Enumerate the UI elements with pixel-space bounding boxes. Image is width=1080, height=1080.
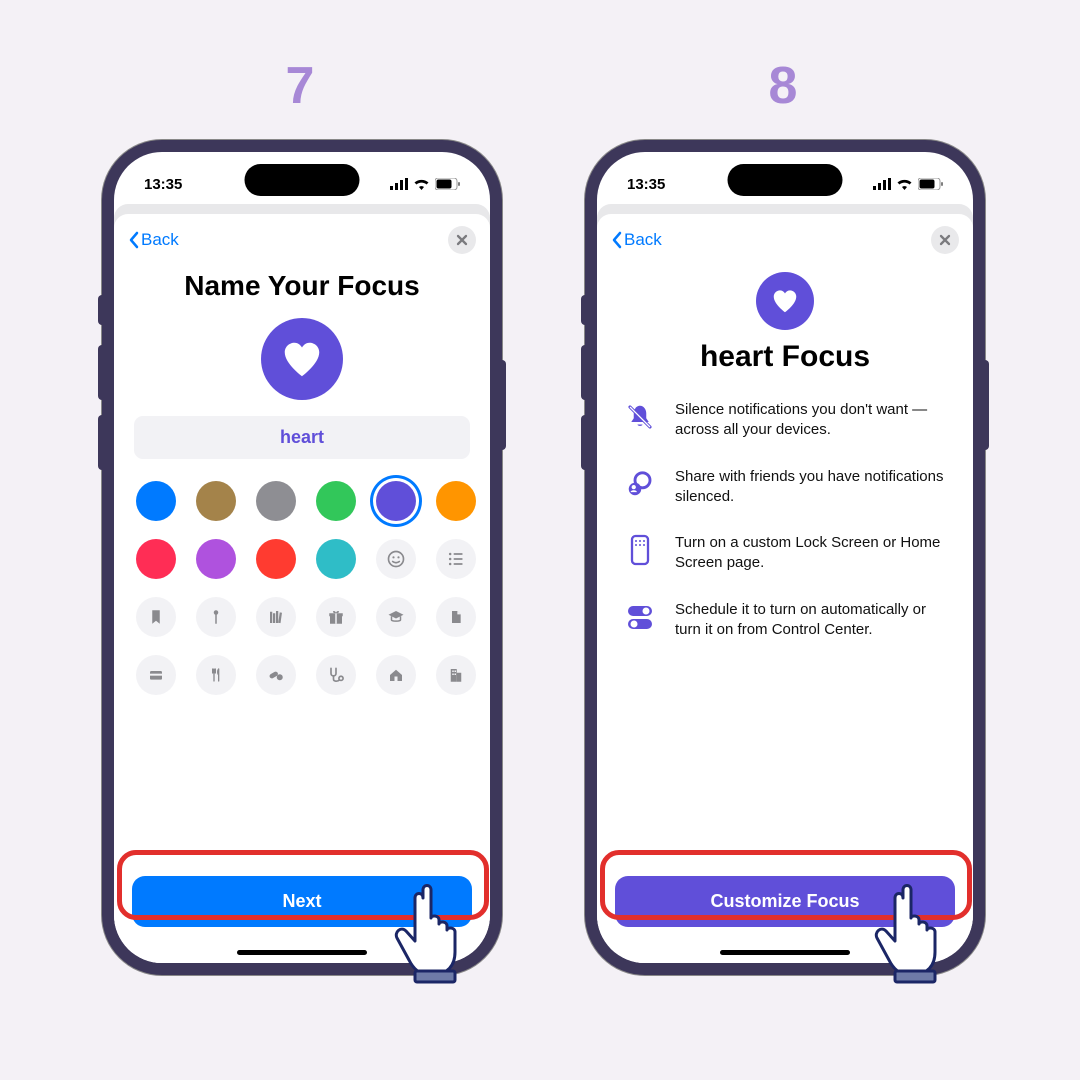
status-icons bbox=[873, 178, 943, 190]
back-label: Back bbox=[141, 230, 179, 250]
close-button[interactable] bbox=[931, 226, 959, 254]
phone-7: 13:35 Back Name Your Focus bbox=[102, 140, 502, 975]
color-swatch-red[interactable] bbox=[256, 539, 296, 579]
wifi-icon bbox=[896, 178, 913, 190]
feature-row-schedule: Schedule it to turn on automatically or … bbox=[611, 600, 959, 667]
modal-sheet-8: Back heart Focus Silence notifications y… bbox=[597, 214, 973, 963]
color-swatch-pink[interactable] bbox=[136, 539, 176, 579]
icon-option-document[interactable] bbox=[436, 597, 476, 637]
phone-screen-icon bbox=[623, 533, 657, 567]
home-indicator[interactable] bbox=[237, 950, 367, 955]
status-icons bbox=[390, 178, 460, 190]
modal-sheet-7: Back Name Your Focus heart bbox=[114, 214, 490, 963]
back-button[interactable]: Back bbox=[128, 230, 179, 250]
bell-slash-icon bbox=[623, 400, 657, 434]
close-icon bbox=[456, 234, 468, 246]
icon-option-bookmark[interactable] bbox=[136, 597, 176, 637]
page-title: heart Focus bbox=[611, 340, 959, 374]
feature-row-lockscreen: Turn on a custom Lock Screen or Home Scr… bbox=[611, 533, 959, 600]
step-number-7: 7 bbox=[260, 56, 340, 116]
dynamic-island bbox=[728, 164, 843, 196]
icon-option-emoji[interactable] bbox=[376, 539, 416, 579]
cursor-hand-icon bbox=[383, 870, 493, 1000]
focus-icon-preview bbox=[261, 318, 343, 400]
icon-option-list[interactable] bbox=[436, 539, 476, 579]
back-label: Back bbox=[624, 230, 662, 250]
status-time: 13:35 bbox=[627, 176, 665, 193]
wifi-icon bbox=[413, 178, 430, 190]
icon-option-creditcard[interactable] bbox=[136, 655, 176, 695]
page-title: Name Your Focus bbox=[128, 270, 476, 302]
icon-option-graduation[interactable] bbox=[376, 597, 416, 637]
screen-7: 13:35 Back Name Your Focus bbox=[114, 152, 490, 963]
icon-option-pin[interactable] bbox=[196, 597, 236, 637]
chevron-left-icon bbox=[611, 231, 622, 249]
toggle-icon bbox=[623, 600, 657, 634]
phone-8: 13:35 Back heart Focus bbox=[585, 140, 985, 975]
color-swatch-teal[interactable] bbox=[316, 539, 356, 579]
screen-8: 13:35 Back heart Focus bbox=[597, 152, 973, 963]
color-swatch-violet[interactable] bbox=[196, 539, 236, 579]
battery-icon bbox=[918, 178, 943, 190]
chevron-left-icon bbox=[128, 231, 139, 249]
people-icon bbox=[623, 467, 657, 501]
back-button[interactable]: Back bbox=[611, 230, 662, 250]
focus-name-input[interactable]: heart bbox=[134, 416, 470, 459]
close-icon bbox=[939, 234, 951, 246]
battery-icon bbox=[435, 178, 460, 190]
color-swatch-brown[interactable] bbox=[196, 481, 236, 521]
color-icon-grid bbox=[128, 481, 476, 695]
icon-option-gift[interactable] bbox=[316, 597, 356, 637]
feature-text: Silence notifications you don't want — a… bbox=[675, 400, 947, 441]
heart-icon bbox=[279, 336, 325, 382]
dynamic-island bbox=[245, 164, 360, 196]
focus-icon-small bbox=[756, 272, 814, 330]
icon-option-fork-knife[interactable] bbox=[196, 655, 236, 695]
icon-option-books[interactable] bbox=[256, 597, 296, 637]
color-swatch-green[interactable] bbox=[316, 481, 356, 521]
icon-option-stethoscope[interactable] bbox=[316, 655, 356, 695]
icon-option-building[interactable] bbox=[436, 655, 476, 695]
feature-row-share: Share with friends you have notification… bbox=[611, 467, 959, 534]
close-button[interactable] bbox=[448, 226, 476, 254]
step-number-8: 8 bbox=[743, 56, 823, 116]
feature-row-silence: Silence notifications you don't want — a… bbox=[611, 400, 959, 467]
cellular-icon bbox=[873, 178, 891, 190]
heart-icon bbox=[770, 286, 800, 316]
feature-text: Schedule it to turn on automatically or … bbox=[675, 600, 947, 641]
feature-text: Turn on a custom Lock Screen or Home Scr… bbox=[675, 533, 947, 574]
color-swatch-gray[interactable] bbox=[256, 481, 296, 521]
cursor-hand-icon bbox=[863, 870, 973, 1000]
color-swatch-orange[interactable] bbox=[436, 481, 476, 521]
status-time: 13:35 bbox=[144, 176, 182, 193]
color-swatch-purple[interactable] bbox=[376, 481, 416, 521]
cellular-icon bbox=[390, 178, 408, 190]
color-swatch-blue[interactable] bbox=[136, 481, 176, 521]
home-indicator[interactable] bbox=[720, 950, 850, 955]
icon-option-pills[interactable] bbox=[256, 655, 296, 695]
icon-option-home[interactable] bbox=[376, 655, 416, 695]
feature-text: Share with friends you have notification… bbox=[675, 467, 947, 508]
